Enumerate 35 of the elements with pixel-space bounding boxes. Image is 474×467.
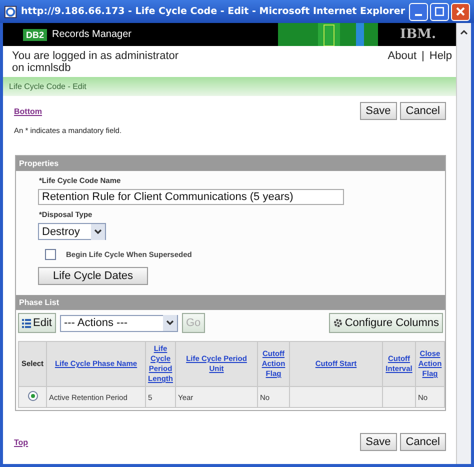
save-button[interactable]: Save [360, 433, 397, 451]
list-icon [22, 318, 31, 328]
configure-columns-button[interactable]: Configure Columns [328, 313, 443, 333]
maximize-button[interactable] [430, 2, 449, 20]
product-name: Records Manager [52, 29, 132, 40]
minimize-icon [415, 14, 422, 16]
edit-button[interactable]: Edit [18, 313, 56, 333]
top-link[interactable]: Top [14, 438, 28, 446]
close-icon [456, 7, 465, 16]
section-header: Phase List [16, 295, 445, 310]
life-cycle-dates-button[interactable]: Life Cycle Dates [38, 267, 148, 285]
bottom-link[interactable]: Bottom [14, 106, 42, 116]
maximize-icon [435, 7, 444, 16]
close-button[interactable] [451, 2, 470, 20]
checkbox[interactable] [45, 249, 56, 260]
help-link[interactable]: Help [429, 50, 452, 74]
save-button[interactable]: Save [360, 102, 397, 120]
minimize-button[interactable] [409, 2, 428, 20]
cancel-button[interactable]: Cancel [400, 102, 446, 120]
login-status: You are logged in as administrator on icmnlsdb [12, 50, 180, 74]
disposal-dropdown[interactable]: Destroy [38, 223, 106, 240]
row-radio[interactable] [28, 391, 38, 401]
about-link[interactable]: About [388, 50, 417, 74]
product-badge: DB2 [23, 28, 48, 40]
section-header: Properties [16, 156, 445, 171]
brand-logo: IBM. [400, 27, 436, 42]
browser-icon [4, 4, 18, 18]
page-breadcrumb: Life Cycle Code - Edit [9, 82, 86, 91]
scrollbar[interactable] [456, 23, 471, 464]
name-input-field[interactable]: Retention Rule for Client Communications (5 years) [38, 189, 344, 205]
cancel-button[interactable]: Cancel [400, 433, 446, 451]
actions-dropdown[interactable]: --- Actions --- [60, 314, 178, 332]
gear-icon [332, 318, 343, 328]
link-separator: | [422, 50, 424, 64]
window-title: http://9.186.66.173 - Life Cycle Code - Edit - Microsoft Internet Explorer [21, 6, 405, 17]
